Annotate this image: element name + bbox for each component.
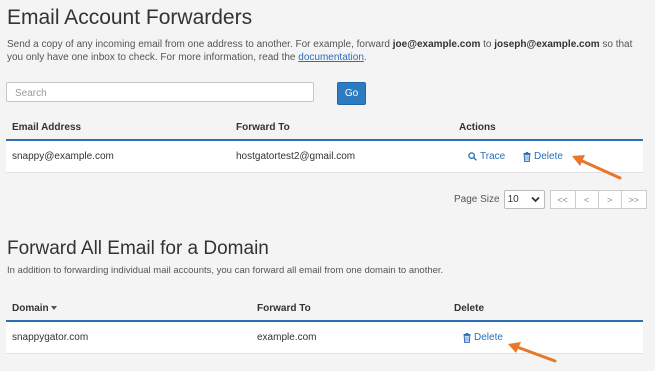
delete-forwarder-button[interactable]: Delete: [523, 151, 563, 162]
column-forward-to: Forward To: [257, 303, 311, 314]
page-title: Email Account Forwarders: [7, 6, 253, 29]
sort-down-icon: [51, 306, 58, 311]
trash-icon: [463, 332, 471, 343]
prev-page-button[interactable]: <: [574, 190, 599, 209]
column-forward-to[interactable]: Forward To: [236, 122, 290, 133]
forwarders-description: Send a copy of any incoming email from o…: [7, 39, 633, 63]
domain-forward-title: Forward All Email for a Domain: [7, 238, 269, 259]
search-input[interactable]: [7, 84, 313, 103]
last-page-button[interactable]: >>: [620, 190, 647, 209]
first-page-button[interactable]: <<: [549, 190, 576, 209]
domain-destination: example.com: [257, 332, 317, 343]
documentation-link[interactable]: documentation: [298, 52, 364, 63]
column-email-address[interactable]: Email Address: [12, 122, 81, 133]
arrow-annotation-1: [572, 155, 622, 180]
trace-button[interactable]: Trace: [468, 151, 505, 162]
forwarder-destination: hostgatortest2@gmail.com: [236, 151, 356, 162]
go-button[interactable]: Go: [337, 82, 366, 105]
forwarders-table: Email Address Forward To Actions snappy@…: [6, 116, 643, 173]
arrow-annotation-2: [508, 342, 557, 363]
page-size-label: Page Size: [454, 194, 500, 205]
forwarder-email: snappy@example.com: [12, 151, 114, 162]
trash-icon: [523, 151, 531, 162]
chevron-down-icon: [530, 196, 540, 203]
table-header: Domain Forward To Delete: [6, 297, 643, 322]
column-delete: Delete: [454, 303, 485, 314]
page-size-select[interactable]: 10: [503, 190, 545, 209]
table-row: snappy@example.com hostgatortest2@gmail.…: [6, 141, 643, 173]
search-icon: [468, 152, 477, 161]
domain-forward-description: In addition to forwarding individual mai…: [7, 265, 444, 276]
column-actions: Actions: [459, 122, 496, 133]
delete-domain-forwarder-button[interactable]: Delete: [463, 332, 503, 343]
domain-name: snappygator.com: [12, 332, 89, 343]
column-domain[interactable]: Domain: [12, 303, 58, 314]
next-page-button[interactable]: >: [597, 190, 622, 209]
pagination: Page Size 10 << < > >>: [454, 189, 647, 210]
table-header: Email Address Forward To Actions: [6, 116, 643, 141]
search-box[interactable]: [6, 82, 314, 103]
